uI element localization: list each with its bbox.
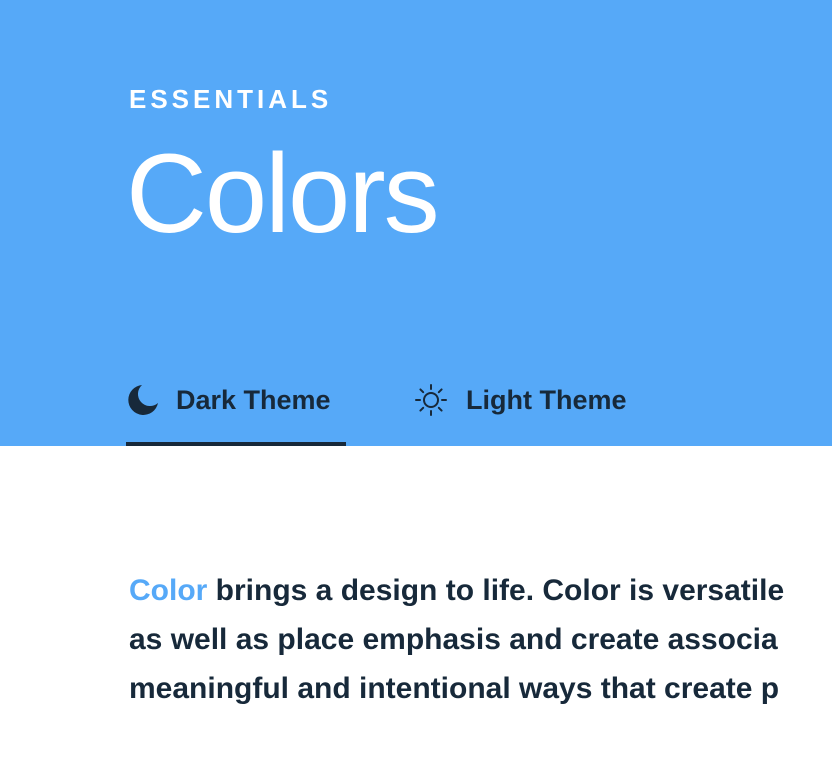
section-eyebrow: ESSENTIALS bbox=[129, 84, 333, 114]
intro-line: meaningful and intentional ways that cre… bbox=[129, 672, 780, 705]
moon-icon bbox=[126, 383, 160, 417]
tab-label: Dark Theme bbox=[176, 384, 331, 415]
intro-text: brings a design to life. Color is versat… bbox=[207, 574, 785, 607]
intro-highlight: Color bbox=[129, 574, 208, 607]
intro-line: Color brings a design to life. Color is … bbox=[129, 566, 832, 615]
intro-paragraph: Color brings a design to life. Color is … bbox=[129, 566, 832, 713]
tab-dark-theme[interactable]: Dark Theme bbox=[126, 374, 346, 446]
tab-light-theme[interactable]: Light Theme bbox=[414, 374, 654, 446]
selected-tab-indicator bbox=[126, 442, 346, 446]
intro-line: as well as place emphasis and create ass… bbox=[129, 623, 778, 656]
sun-icon bbox=[414, 383, 448, 417]
page-title: Colors bbox=[126, 131, 440, 256]
tab-label: Light Theme bbox=[466, 384, 627, 415]
page-header: ESSENTIALS Colors Dark Theme Light Theme bbox=[0, 0, 832, 446]
